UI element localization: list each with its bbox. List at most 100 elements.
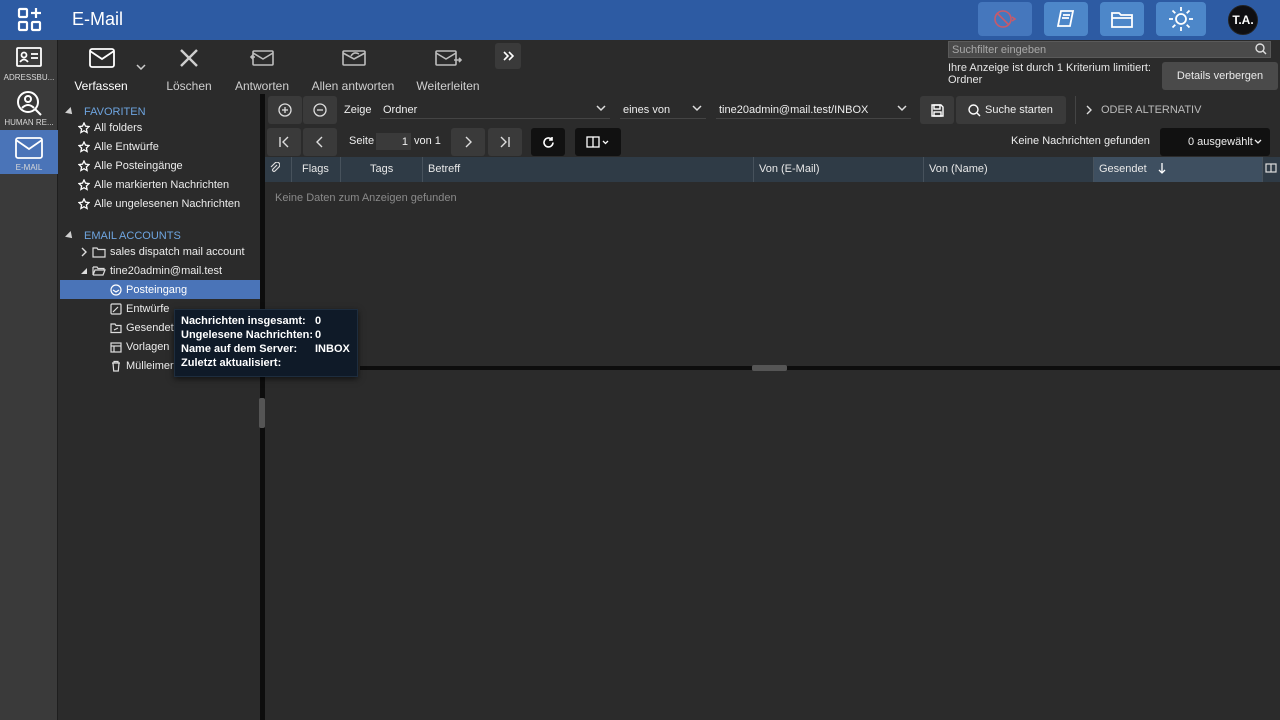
favorites-section[interactable]: FAVORITEN — [65, 106, 146, 118]
save-icon — [930, 103, 944, 117]
search-icon — [968, 103, 981, 117]
plus-circle-icon — [278, 103, 292, 117]
previous-page-button[interactable] — [303, 128, 337, 156]
column-tags[interactable]: Tags — [341, 157, 423, 182]
folder-tree: FAVORITEN All folders Alle Entwürfe Alle… — [60, 94, 260, 720]
column-flags[interactable]: Flags — [292, 157, 341, 182]
splitter-handle[interactable] — [259, 398, 265, 428]
filter-value-select[interactable]: tine20admin@mail.test/INBOX — [716, 101, 911, 119]
files-button[interactable] — [1100, 2, 1144, 36]
column-from-name[interactable]: Von (Name) — [924, 157, 1094, 182]
no-messages-status: Keine Nachrichten gefunden — [1011, 135, 1150, 147]
favorite-label: Alle Entwürfe — [94, 140, 159, 153]
module-human-resources-label: HUMAN RE... — [4, 118, 54, 127]
filter-field-select[interactable]: Ordner — [380, 101, 610, 119]
columns-icon — [1265, 162, 1277, 174]
selection-dropdown[interactable]: 0 ausgewählt — [1160, 128, 1270, 156]
filter-operator-select[interactable]: eines von — [620, 101, 706, 119]
app-launcher-icon[interactable] — [17, 7, 43, 33]
page-label: Seite — [349, 135, 375, 147]
favorite-all-flagged[interactable]: Alle markierten Nachrichten — [78, 175, 229, 194]
email-accounts-section[interactable]: EMAIL ACCOUNTS — [65, 230, 181, 242]
first-page-button[interactable] — [267, 128, 301, 156]
delete-button[interactable]: Löschen — [162, 46, 216, 93]
tooltip-key: Nachrichten insgesamt: — [181, 315, 306, 327]
folder-inbox[interactable]: Posteingang — [60, 280, 260, 299]
account-sales-dispatch[interactable]: sales dispatch mail account — [80, 242, 245, 261]
folder-label: Gesendet — [126, 321, 174, 334]
favorite-label: Alle markierten Nachrichten — [94, 178, 230, 191]
collapse-icon — [80, 266, 88, 276]
column-attachment[interactable] — [265, 157, 292, 182]
sun-icon — [1168, 6, 1194, 32]
folder-drafts[interactable]: Entwürfe — [110, 299, 169, 318]
last-page-icon — [499, 136, 511, 148]
column-subject[interactable]: Betreff — [423, 157, 754, 182]
last-page-button[interactable] — [488, 128, 522, 156]
favorite-all-drafts[interactable]: Alle Entwürfe — [78, 137, 159, 156]
sync-status-button[interactable] — [978, 2, 1032, 36]
search-icon[interactable] — [1255, 43, 1267, 55]
favorite-all-inboxes[interactable]: Alle Posteingänge — [78, 156, 183, 175]
collapse-icon — [65, 107, 75, 118]
notes-button[interactable] — [1044, 2, 1088, 36]
save-filter-button[interactable] — [920, 96, 954, 124]
refresh-button[interactable] — [531, 128, 565, 156]
reply-button[interactable]: Antworten — [232, 46, 292, 93]
more-actions-button[interactable] — [495, 43, 521, 69]
tooltip-key: Ungelesene Nachrichten: — [181, 329, 314, 341]
folder-label: Posteingang — [126, 283, 188, 296]
compose-dropdown[interactable] — [134, 46, 148, 90]
module-addressbook[interactable]: ADRESSBU... — [0, 44, 58, 88]
envelope-icon — [89, 48, 115, 68]
folder-icon — [1110, 8, 1134, 30]
theme-button[interactable] — [1156, 2, 1206, 36]
search-input[interactable] — [948, 41, 1271, 58]
chevron-down-icon — [692, 105, 702, 112]
column-sent-label: Gesendet — [1099, 163, 1147, 175]
folder-trash[interactable]: Mülleimer — [110, 356, 174, 375]
chevron-right-icon — [80, 247, 88, 257]
compose-button[interactable]: Verfassen — [72, 46, 130, 93]
drafts-icon — [110, 302, 122, 315]
account-tine20admin[interactable]: tine20admin@mail.test — [80, 261, 222, 280]
column-chooser[interactable] — [1263, 157, 1280, 182]
horizontal-splitter[interactable] — [360, 366, 1280, 370]
or-alternative-toggle[interactable]: ODER ALTERNATIV — [1075, 96, 1245, 124]
user-search-icon — [16, 90, 42, 116]
tooltip-value: 0 — [315, 315, 322, 327]
remove-filter-button[interactable] — [303, 96, 337, 124]
star-icon — [78, 121, 90, 134]
minus-circle-icon — [313, 103, 327, 117]
hide-details-button[interactable]: Details verbergen — [1162, 62, 1278, 90]
forward-button[interactable]: Weiterleiten — [414, 46, 482, 93]
tooltip-key: Name auf dem Server: — [181, 343, 298, 355]
envelope-icon — [15, 137, 43, 159]
sort-descending-icon — [1158, 162, 1166, 175]
reply-all-button[interactable]: Allen antworten — [310, 46, 396, 93]
templates-icon — [110, 341, 122, 353]
star-icon — [78, 140, 90, 153]
forward-icon — [435, 48, 463, 68]
folder-sent[interactable]: Gesendet — [110, 318, 174, 337]
folder-templates[interactable]: Vorlagen — [110, 337, 169, 356]
chevron-down-icon — [596, 105, 606, 112]
start-search-button[interactable]: Suche starten — [956, 96, 1066, 124]
reply-label: Antworten — [234, 79, 290, 93]
grid-empty-text: Keine Daten zum Anzeigen gefunden — [275, 192, 457, 204]
selection-count: 0 ausgewählt — [1188, 136, 1253, 148]
module-human-resources[interactable]: HUMAN RE... — [0, 88, 58, 132]
splitter-handle[interactable] — [752, 365, 787, 371]
paperclip-icon — [270, 162, 280, 174]
user-avatar[interactable]: T.A. — [1228, 5, 1258, 35]
next-page-button[interactable] — [451, 128, 485, 156]
page-number-input[interactable] — [376, 133, 411, 150]
favorite-all-unread[interactable]: Alle ungelesenen Nachrichten — [78, 194, 240, 213]
add-filter-button[interactable] — [268, 96, 302, 124]
module-email[interactable]: E-MAIL — [0, 130, 58, 174]
layout-toggle-button[interactable] — [575, 128, 621, 156]
column-sent[interactable]: Gesendet — [1094, 157, 1263, 182]
star-icon — [78, 159, 90, 172]
favorite-all-folders[interactable]: All folders — [78, 118, 142, 137]
column-from-email[interactable]: Von (E-Mail) — [754, 157, 924, 182]
